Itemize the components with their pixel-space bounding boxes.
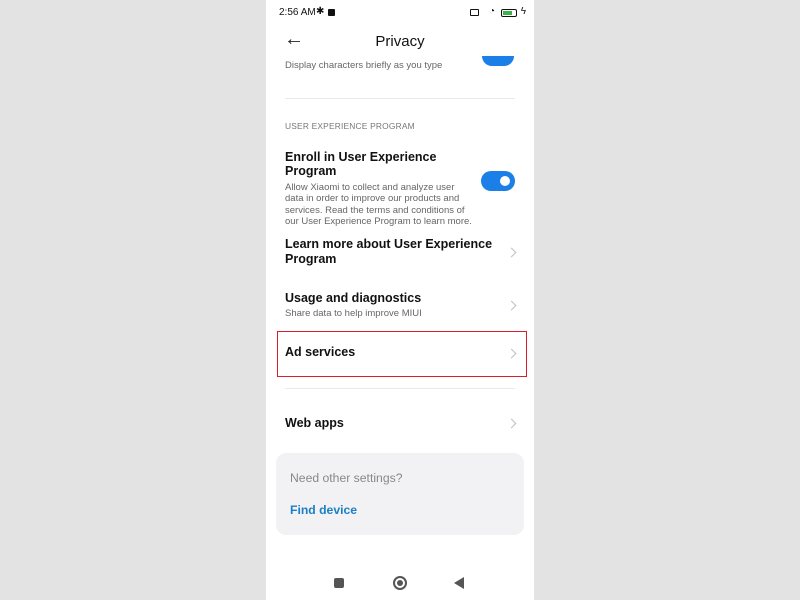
learn-more-title: Learn more about User Experience Program xyxy=(285,237,495,267)
home-circle-icon[interactable] xyxy=(393,576,407,590)
chevron-right-icon xyxy=(506,247,517,258)
back-triangle-icon[interactable] xyxy=(454,577,464,589)
battery-icon xyxy=(501,9,517,17)
notification-icon xyxy=(328,9,335,16)
find-device-link[interactable]: Find device xyxy=(290,503,357,517)
previous-item-toggle[interactable] xyxy=(482,56,514,66)
web-apps-row[interactable]: Web apps xyxy=(285,416,495,430)
learn-more-title-line: Program xyxy=(285,252,337,266)
phone-screen: 2:56 AM ✱ ◔ ϟ ← Privacy Display characte… xyxy=(266,0,534,600)
enroll-description-line: data in order to improve our products an… xyxy=(285,193,460,205)
web-apps-title: Web apps xyxy=(285,416,344,430)
card-question: Need other settings? xyxy=(290,471,403,485)
enroll-toggle[interactable] xyxy=(481,171,515,191)
enroll-description-line: our User Experience Program to learn mor… xyxy=(285,216,472,228)
battery-saver-icon xyxy=(470,9,479,16)
section-header: USER EXPERIENCE PROGRAM xyxy=(285,121,415,131)
highlight-box xyxy=(277,331,527,377)
enroll-title: Enroll in User Experience Program xyxy=(285,150,437,178)
usage-description: Share data to help improve MIUI xyxy=(285,308,422,319)
learn-more-row[interactable]: Learn more about User Experience Program xyxy=(285,237,495,267)
recents-square-icon[interactable] xyxy=(334,578,344,588)
previous-item-description: Display characters briefly as you type xyxy=(285,60,443,71)
divider xyxy=(285,98,515,99)
charging-icon: ϟ xyxy=(520,6,526,17)
settings-gear-icon: ✱ xyxy=(316,6,325,17)
wifi-icon: ◔ xyxy=(488,6,495,17)
usage-title: Usage and diagnostics xyxy=(285,291,422,305)
divider xyxy=(285,388,515,389)
other-settings-card: Need other settings? Find device xyxy=(276,453,524,535)
status-bar: 2:56 AM ✱ ◔ ϟ xyxy=(266,0,534,28)
enroll-row[interactable]: Enroll in User Experience Program Allow … xyxy=(285,150,475,228)
status-time: 2:56 AM xyxy=(279,7,316,18)
enroll-description: Allow Xiaomi to collect and analyze user… xyxy=(285,182,475,228)
usage-row[interactable]: Usage and diagnostics Share data to help… xyxy=(285,291,495,319)
learn-more-title-line: Learn more about User Experience xyxy=(285,237,493,251)
enroll-description-line: Allow Xiaomi to collect and analyze user xyxy=(285,182,455,193)
enroll-description-line: services. Read the terms and conditions … xyxy=(285,204,465,216)
page-title: Privacy xyxy=(375,33,425,50)
chevron-right-icon xyxy=(506,300,517,311)
chevron-right-icon xyxy=(506,418,517,429)
navigation-bar xyxy=(266,568,534,600)
